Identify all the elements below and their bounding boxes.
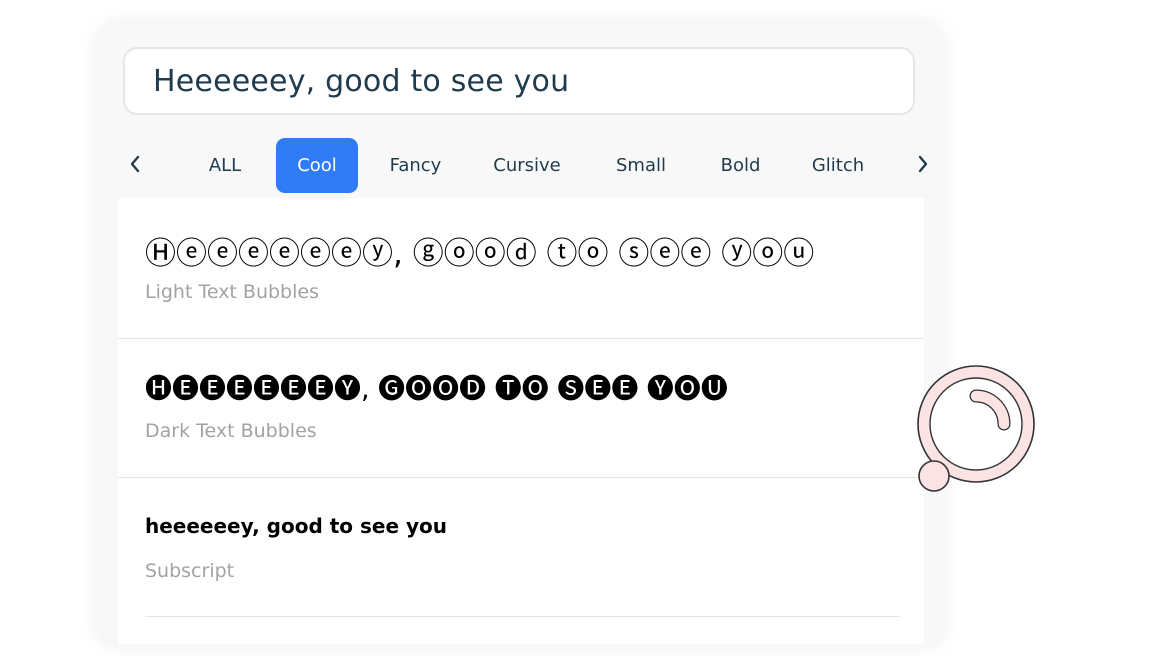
font-generator-card: ALL Cool Fancy Cursive Small Bold Glitch… [95, 18, 946, 644]
tab-bold[interactable]: Bold [707, 138, 774, 193]
tab-cool[interactable]: Cool [276, 138, 358, 193]
tabs-next-button[interactable] [911, 150, 935, 178]
tab-fancy[interactable]: Fancy [378, 138, 453, 193]
result-item[interactable]: heeeeeey, good to see you Subscript [118, 478, 924, 616]
text-input-box[interactable] [123, 47, 915, 115]
result-item[interactable]: 🅗🅔🅔🅔🅔🅔🅔🅨, 🅖🅞🅞🅓 🅣🅞 🅢🅔🅔 🅨🅞🅤 Dark Text Bubb… [118, 339, 924, 477]
result-style-label: Dark Text Bubbles [145, 420, 317, 442]
results-list: Ⓗⓔⓔⓔⓔⓔⓔⓨ, ⓖⓞⓞⓓ ⓣⓞ ⓢⓔⓔ ⓨⓞⓤ Light Text Bub… [118, 198, 924, 644]
ring-decoration [917, 365, 1035, 492]
tab-small[interactable]: Small [601, 138, 681, 193]
result-style-label: Light Text Bubbles [145, 281, 319, 303]
chevron-left-icon [130, 155, 140, 173]
style-tabs: ALL Cool Fancy Cursive Small Bold Glitch [123, 138, 937, 194]
tab-all[interactable]: ALL [195, 138, 255, 193]
result-text[interactable]: Ⓗⓔⓔⓔⓔⓔⓔⓨ, ⓖⓞⓞⓓ ⓣⓞ ⓢⓔⓔ ⓨⓞⓤ [145, 228, 814, 273]
text-input[interactable] [151, 62, 913, 100]
tab-cursive[interactable]: Cursive [477, 138, 577, 193]
result-style-label: Subscript [145, 560, 235, 582]
result-item[interactable]: Ⓗⓔⓔⓔⓔⓔⓔⓨ, ⓖⓞⓞⓓ ⓣⓞ ⓢⓔⓔ ⓨⓞⓤ Light Text Bub… [118, 198, 924, 338]
tabs-prev-button[interactable] [123, 150, 147, 178]
result-text[interactable]: 🅗🅔🅔🅔🅔🅔🅔🅨, 🅖🅞🅞🅓 🅣🅞 🅢🅔🅔 🅨🅞🅤 [145, 367, 728, 406]
divider [145, 616, 900, 617]
chevron-right-icon [918, 155, 928, 173]
tab-glitch[interactable]: Glitch [797, 138, 879, 193]
result-text[interactable]: heeeeeey, good to see you [145, 514, 447, 538]
